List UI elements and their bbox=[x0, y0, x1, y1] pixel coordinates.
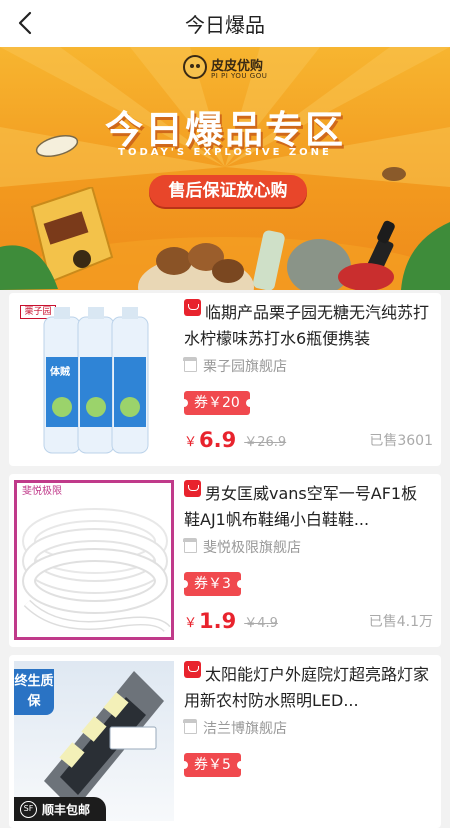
dried-fruit-icon bbox=[338, 263, 394, 290]
shipping-banner: SF 顺丰包邮 bbox=[14, 797, 106, 821]
currency-symbol: ￥ bbox=[184, 616, 198, 631]
product-card[interactable]: 斐悦极限 男女匡威vans空军一号AF1板鞋AJ1帆布鞋绳小白鞋鞋... 斐悦极… bbox=[9, 474, 441, 647]
banner-title: 今日爆品专区 bbox=[104, 108, 345, 152]
product-image[interactable]: 斐悦极限 bbox=[14, 480, 174, 640]
brand-logo: 皮皮优购 PI PI YOU GOU bbox=[183, 53, 267, 85]
leaf-right-icon bbox=[401, 222, 450, 290]
product-title[interactable]: 临期产品栗子园无糖无汽纯苏打水柠檬味苏打水6瓶便携装 bbox=[184, 299, 433, 351]
shoelace-icon bbox=[22, 508, 171, 633]
shop-name: 栗子园旗舰店 bbox=[203, 359, 287, 375]
nuts-bowl-icon bbox=[138, 243, 254, 290]
banner-guarantee-pill: 售后保证放心购 bbox=[149, 175, 307, 207]
current-price: 1.9 bbox=[199, 609, 237, 633]
shop-icon bbox=[183, 357, 197, 372]
shop-name: 洁兰博旗舰店 bbox=[203, 721, 287, 737]
shop-row: 斐悦极限旗舰店 bbox=[183, 537, 433, 557]
coupon-badge: 券￥5 bbox=[180, 753, 245, 777]
original-price: ￥4.9 bbox=[244, 616, 278, 631]
promo-banner[interactable]: 皮皮优购 PI PI YOU GOU 今日爆品专区 TODAY'S EXPLOS… bbox=[0, 47, 450, 290]
product-title[interactable]: 男女匡威vans空军一号AF1板鞋AJ1帆布鞋绳小白鞋鞋... bbox=[184, 480, 433, 532]
currency-symbol: ￥ bbox=[184, 435, 198, 450]
monkey-logo-icon bbox=[183, 55, 207, 79]
shop-row: 栗子园旗舰店 bbox=[183, 356, 433, 376]
leaf-left-icon bbox=[0, 245, 58, 290]
page-title: 今日爆品 bbox=[185, 13, 265, 37]
tmall-icon bbox=[184, 480, 201, 497]
top-bar: 今日爆品 bbox=[0, 0, 450, 47]
shop-name: 斐悦极限旗舰店 bbox=[203, 540, 301, 556]
sold-count: 已售4.1万 bbox=[368, 614, 433, 630]
bottle-label: 体贼 bbox=[50, 367, 70, 378]
original-price: ￥26.9 bbox=[244, 435, 287, 450]
product-image[interactable]: 栗子园 体贼 bbox=[14, 299, 174, 459]
shop-icon bbox=[183, 719, 197, 734]
coupon-badge: 券￥20 bbox=[180, 391, 254, 415]
price-row: ￥ 1.9 ￥4.9 已售4.1万 bbox=[184, 604, 433, 634]
shop-icon bbox=[183, 538, 197, 553]
product-card[interactable]: 终生质保 SF 顺丰包邮 太阳能灯户外庭院灯超亮路灯家用新农村防水照明LED..… bbox=[9, 655, 441, 828]
current-price: 6.9 bbox=[199, 428, 237, 452]
tmall-icon bbox=[184, 661, 201, 678]
sold-count: 已售3601 bbox=[369, 433, 433, 449]
product-image[interactable]: 终生质保 SF 顺丰包邮 bbox=[14, 661, 174, 821]
back-arrow-icon[interactable] bbox=[14, 10, 40, 36]
coupon-badge: 券￥3 bbox=[180, 572, 245, 596]
price-row: ￥ 6.9 ￥26.9 已售3601 bbox=[184, 423, 433, 453]
product-card[interactable]: 栗子园 体贼 临期产品栗子园无糖无汽纯苏打水柠檬味苏打水6瓶便携装 栗子园旗舰店… bbox=[9, 293, 441, 466]
shop-row: 洁兰博旗舰店 bbox=[183, 718, 433, 738]
sf-logo-icon: SF bbox=[20, 800, 37, 818]
logo-subtext: PI PI YOU GOU bbox=[211, 72, 268, 80]
shipping-text: 顺丰包邮 bbox=[42, 802, 91, 817]
tmall-icon bbox=[184, 299, 201, 316]
banner-subtitle: TODAY'S EXPLOSIVE ZONE bbox=[118, 147, 332, 158]
warranty-badge: 终生质保 bbox=[14, 669, 54, 715]
bean-decoration-icon bbox=[382, 167, 406, 181]
water-bottles-icon bbox=[43, 307, 149, 454]
product-title[interactable]: 太阳能灯户外庭院灯超亮路灯家用新农村防水照明LED... bbox=[184, 661, 433, 713]
